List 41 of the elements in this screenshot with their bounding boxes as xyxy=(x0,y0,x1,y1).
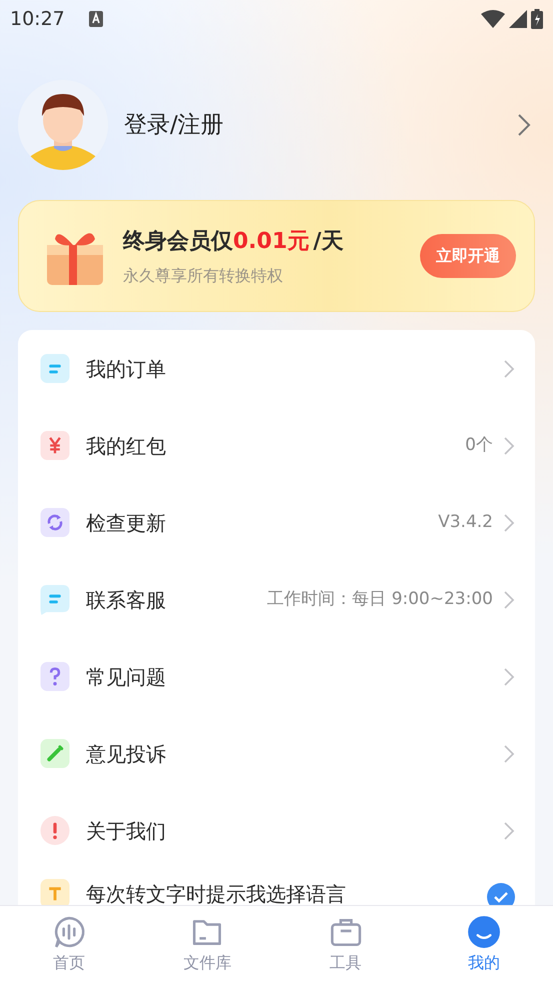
signal-icon xyxy=(509,10,527,28)
setting-label: 每次转文字时提示我选择语言 xyxy=(86,881,346,905)
vip-subtitle: 永久尊享所有转换特权 xyxy=(123,264,284,286)
check-icon xyxy=(493,891,509,903)
chevron-right-icon xyxy=(503,820,515,840)
order-icon xyxy=(40,354,70,384)
chevron-right-icon xyxy=(503,590,515,610)
chat-icon xyxy=(40,584,70,614)
chevron-right-icon xyxy=(503,666,515,686)
question-icon xyxy=(40,662,70,692)
chevron-right-icon xyxy=(503,744,515,764)
chevron-right-icon xyxy=(503,358,515,378)
menu-item[interactable]: 检查更新 V3.4.2 xyxy=(18,484,535,561)
vip-banner[interactable]: 终身会员仅0.01元 /天 永久尊享所有转换特权 立即开通 xyxy=(18,200,535,312)
menu-item[interactable]: 常见问题 xyxy=(18,638,535,715)
login-link[interactable]: 登录/注册 xyxy=(124,108,517,142)
menu-item[interactable]: 关于我们 xyxy=(18,792,535,869)
pencil-icon xyxy=(40,738,70,768)
checkbox[interactable] xyxy=(487,883,515,905)
menu-value: 0个 xyxy=(465,434,493,457)
vip-offer-title: 终身会员仅0.01元 /天 xyxy=(123,228,344,256)
menu-item[interactable]: 意见投诉 xyxy=(18,715,535,792)
menu-value: 工作时间：每日 9:00~23:00 xyxy=(267,588,493,611)
menu-item[interactable]: 我的订单 xyxy=(18,330,535,407)
status-time: 10:27 xyxy=(10,6,65,32)
smile-icon xyxy=(466,914,501,948)
yuan-icon xyxy=(40,430,70,460)
menu-value: V3.4.2 xyxy=(438,510,493,534)
chevron-right-icon xyxy=(503,436,515,456)
menu-item[interactable]: 我的红包 0个 xyxy=(18,407,535,484)
wifi-icon xyxy=(481,10,505,28)
refresh-icon xyxy=(40,508,70,538)
battery-icon xyxy=(531,9,543,29)
chevron-right-icon[interactable] xyxy=(517,113,531,137)
exclamation-icon xyxy=(40,816,70,846)
text-icon xyxy=(40,879,70,905)
chevron-right-icon xyxy=(503,512,515,532)
menu-item[interactable]: 联系客服 工作时间：每日 9:00~23:00 xyxy=(18,561,535,638)
tab[interactable]: 我的 xyxy=(414,906,553,983)
voice-chat-icon xyxy=(52,914,86,948)
notification-icon xyxy=(88,11,103,27)
